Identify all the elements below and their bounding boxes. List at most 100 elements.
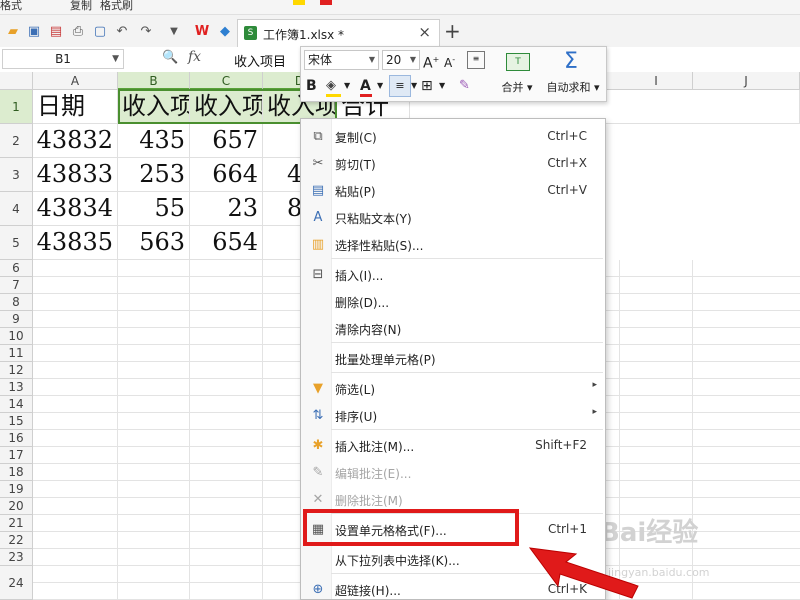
row-header-11[interactable]: 11 — [0, 345, 33, 362]
wps-logo-icon[interactable]: W — [194, 23, 210, 39]
increase-font-icon[interactable]: A+ — [423, 51, 439, 73]
customize-dropdown-icon[interactable]: ▼ — [166, 23, 182, 39]
row-header-8[interactable]: 8 — [0, 294, 33, 311]
close-tab-icon[interactable]: × — [418, 23, 431, 41]
cell-c3[interactable]: 664 — [190, 158, 263, 192]
row-header-7[interactable]: 7 — [0, 277, 33, 294]
row-header-22[interactable]: 22 — [0, 532, 33, 549]
menu-item-filter[interactable]: ▼ 筛选(L) ▸ — [301, 376, 605, 402]
ribbon-fragment-format-painter[interactable]: 格式刷 — [100, 0, 133, 13]
print-preview-icon[interactable]: ▢ — [92, 23, 108, 39]
row-header-6[interactable]: 6 — [0, 260, 33, 277]
font-color-button[interactable]: A — [360, 77, 372, 97]
menu-item-batch-process[interactable]: 批量处理单元格(P) — [301, 346, 605, 372]
row-header-3[interactable]: 3 — [0, 158, 33, 192]
column-header-c[interactable]: C — [190, 72, 263, 90]
row-header-16[interactable]: 16 — [0, 430, 33, 447]
menu-item-paste-special[interactable]: ▥ 选择性粘贴(S)... — [301, 232, 605, 258]
row-header-4[interactable]: 4 — [0, 192, 33, 226]
menu-item-cut[interactable]: ✂ 剪切(T) Ctrl+X — [301, 151, 605, 177]
cell-a2[interactable]: 43832 — [33, 124, 118, 158]
font-size-select[interactable]: 20 ▼ — [382, 50, 420, 70]
cell-b2[interactable]: 435 — [118, 124, 190, 158]
menu-item-sort[interactable]: ⇅ 排序(U) ▸ — [301, 403, 605, 429]
menu-item-edit-comment[interactable]: ✎ 编辑批注(E)... — [301, 460, 605, 486]
menu-item-clear-contents[interactable]: 清除内容(N) — [301, 316, 605, 342]
new-tab-button[interactable]: + — [444, 19, 461, 43]
ribbon-fragment-copy[interactable]: 复制 — [70, 0, 92, 13]
name-box[interactable]: B1 ▼ — [2, 49, 124, 69]
menu-item-paste[interactable]: ▤ 粘贴(P) Ctrl+V — [301, 178, 605, 204]
cube-app-icon[interactable]: ◆ — [217, 23, 233, 39]
chevron-down-icon[interactable]: ▼ — [377, 77, 383, 95]
menu-item-insert-comment[interactable]: ✱ 插入批注(M)... Shift+F2 — [301, 433, 605, 459]
redo-icon[interactable]: ↷ — [138, 23, 154, 39]
cell-c5[interactable]: 654 — [190, 226, 263, 260]
menu-item-delete[interactable]: 删除(D)... — [301, 289, 605, 315]
ribbon-fragment-format[interactable]: 格式 — [0, 0, 22, 13]
zoom-search-icon[interactable]: 🔍 — [162, 50, 178, 65]
select-all-corner[interactable] — [0, 72, 33, 90]
column-header-j[interactable]: J — [693, 72, 800, 90]
ribbon-font-color-swatch[interactable] — [320, 0, 332, 5]
autosum-button[interactable]: Σ 自动求和 ▾ — [542, 47, 604, 101]
row-header-5[interactable]: 5 — [0, 226, 33, 260]
clear-format-icon[interactable]: ≡ — [467, 51, 485, 69]
cell-b3[interactable]: 253 — [118, 158, 190, 192]
row-header-23[interactable]: 23 — [0, 549, 33, 566]
cell-c4[interactable]: 23 — [190, 192, 263, 226]
ribbon-fill-color-swatch[interactable] — [293, 0, 305, 5]
undo-icon[interactable]: ↶ — [114, 23, 130, 39]
cell-a1[interactable]: 日期 — [33, 90, 118, 124]
cell-b4[interactable]: 55 — [118, 192, 190, 226]
cell-a4[interactable]: 43834 — [33, 192, 118, 226]
column-header-i[interactable]: I — [620, 72, 693, 90]
row-header-13[interactable]: 13 — [0, 379, 33, 396]
row-header-24[interactable]: 24 — [0, 566, 33, 600]
font-name-select[interactable]: 宋体 ▼ — [304, 50, 379, 70]
row-header-9[interactable]: 9 — [0, 311, 33, 328]
name-box-dropdown-icon[interactable]: ▼ — [112, 50, 119, 68]
save-icon[interactable]: ▣ — [26, 23, 42, 39]
menu-item-copy[interactable]: ⧉ 复制(C) Ctrl+C — [301, 124, 605, 150]
row-header-17[interactable]: 17 — [0, 447, 33, 464]
cell-c1[interactable]: 收入项 — [190, 90, 263, 124]
cell-b1[interactable]: 收入项 — [118, 90, 190, 124]
row-header-20[interactable]: 20 — [0, 498, 33, 515]
column-header-b[interactable]: B — [118, 72, 190, 90]
chevron-down-icon[interactable]: ▼ — [344, 77, 350, 95]
open-folder-icon[interactable]: ▰ — [5, 23, 21, 39]
row-header-18[interactable]: 18 — [0, 464, 33, 481]
insert-function-button[interactable]: fx — [188, 49, 201, 65]
align-center-icon[interactable]: ≡ — [389, 75, 411, 97]
fill-color-button[interactable]: ◈ — [326, 77, 341, 97]
merge-button[interactable]: T 合并 ▾ — [497, 47, 537, 101]
format-painter-icon[interactable]: ✎ — [459, 77, 470, 95]
export-pdf-icon[interactable]: ▤ — [48, 23, 64, 39]
borders-icon[interactable]: ⊞ — [421, 77, 433, 95]
cell-c2[interactable]: 657 — [190, 124, 263, 158]
row-header-12[interactable]: 12 — [0, 362, 33, 379]
row-header-21[interactable]: 21 — [0, 515, 33, 532]
cell-b5[interactable]: 563 — [118, 226, 190, 260]
chevron-down-icon[interactable]: ▼ — [411, 77, 417, 95]
tab-workbook[interactable]: S 工作簿1.xlsx * × — [237, 19, 440, 47]
decrease-font-icon[interactable]: A- — [444, 51, 455, 72]
menu-item-paste-text-only[interactable]: A 只粘贴文本(Y) — [301, 205, 605, 231]
chevron-down-icon[interactable]: ▼ — [439, 77, 445, 95]
row-header-2[interactable]: 2 — [0, 124, 33, 158]
print-icon[interactable]: ⎙ — [70, 23, 86, 39]
menu-item-insert[interactable]: ⊟ 插入(I)... — [301, 262, 605, 288]
cell-a5[interactable]: 43835 — [33, 226, 118, 260]
bold-button[interactable]: B — [306, 77, 317, 95]
chevron-down-icon[interactable]: ▼ — [410, 51, 416, 69]
row-header-14[interactable]: 14 — [0, 396, 33, 413]
column-header-a[interactable]: A — [33, 72, 118, 90]
cell-a3[interactable]: 43833 — [33, 158, 118, 192]
formula-input[interactable]: 收入项目 — [234, 51, 286, 70]
row-header-15[interactable]: 15 — [0, 413, 33, 430]
row-header-19[interactable]: 19 — [0, 481, 33, 498]
row-header-1[interactable]: 1 — [0, 90, 33, 124]
chevron-down-icon[interactable]: ▼ — [369, 51, 375, 69]
row-header-10[interactable]: 10 — [0, 328, 33, 345]
